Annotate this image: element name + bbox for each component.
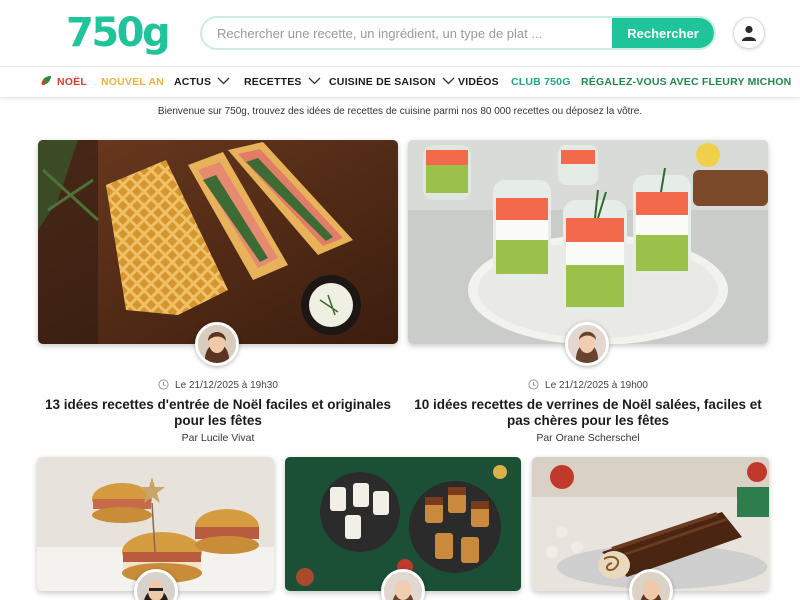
author-avatar[interactable] [195, 322, 239, 366]
nav-item-label: NOËL [57, 76, 87, 88]
article-image[interactable] [408, 140, 768, 344]
article-author[interactable]: Par Orane Scherschel [408, 432, 768, 444]
search-input[interactable] [202, 18, 616, 48]
nav-item-noel[interactable]: NOËL [40, 67, 87, 97]
nav-item-label: ACTUS [174, 76, 212, 88]
chevron-down-icon [217, 77, 230, 85]
article-card[interactable] [37, 457, 274, 600]
account-button[interactable] [733, 17, 765, 49]
site-logo[interactable]: 750g [66, 9, 171, 57]
nav-item-fleury-michon[interactable]: RÉGALEZ-VOUS AVEC FLEURY MICHON [581, 67, 791, 97]
search-button[interactable]: Rechercher [612, 18, 714, 48]
holly-leaf-icon [41, 76, 51, 86]
article-date: Le 21/12/2025 à 19h00 [408, 379, 768, 391]
featured-article-card[interactable]: Le 21/12/2025 à 19h30 13 idées recettes … [38, 140, 398, 450]
clock-icon [528, 379, 539, 390]
nav-item-label: RÉGALEZ-VOUS AVEC FLEURY MICHON [581, 76, 792, 88]
nav-item-actus[interactable]: ACTUS [174, 67, 230, 97]
article-image[interactable] [38, 140, 398, 344]
nav-item-cuisine-de-saison[interactable]: CUISINE DE SAISON [329, 67, 455, 97]
article-date-text: Le 21/12/2025 à 19h30 [175, 380, 278, 391]
clock-icon [158, 379, 169, 390]
article-title[interactable]: 10 idées recettes de verrines de Noël sa… [408, 397, 768, 429]
search-bar: Rechercher [200, 16, 716, 50]
article-card[interactable] [285, 457, 521, 600]
article-date-text: Le 21/12/2025 à 19h00 [545, 380, 648, 391]
user-icon [742, 25, 756, 41]
nav-item-recettes[interactable]: RECETTES [244, 67, 321, 97]
article-title[interactable]: 13 idées recettes d'entrée de Noël facil… [38, 397, 398, 429]
nav-item-label: CLUB 750G [511, 76, 571, 88]
main-nav: NOËL NOUVEL AN ACTUS RECETTES CUISINE DE… [0, 66, 800, 98]
nav-item-nouvel-an[interactable]: NOUVEL AN [101, 67, 164, 97]
article-card[interactable] [532, 457, 769, 600]
nav-item-label: CUISINE DE SAISON [329, 76, 436, 88]
author-avatar[interactable] [565, 322, 609, 366]
chevron-down-icon [442, 77, 455, 85]
nav-item-label: NOUVEL AN [101, 76, 165, 88]
welcome-text: Bienvenue sur 750g, trouvez des idées de… [157, 106, 643, 117]
chevron-down-icon [308, 77, 321, 85]
article-date: Le 21/12/2025 à 19h30 [38, 379, 398, 391]
nav-item-label: VIDÉOS [458, 76, 499, 88]
nav-item-club-750g[interactable]: CLUB 750G [511, 67, 571, 97]
featured-article-card[interactable]: Le 21/12/2025 à 19h00 10 idées recettes … [408, 140, 768, 450]
site-header: 750g Rechercher [0, 0, 800, 66]
article-author[interactable]: Par Lucile Vivat [38, 432, 398, 444]
nav-item-videos[interactable]: VIDÉOS [458, 67, 499, 97]
nav-item-label: RECETTES [244, 76, 302, 88]
